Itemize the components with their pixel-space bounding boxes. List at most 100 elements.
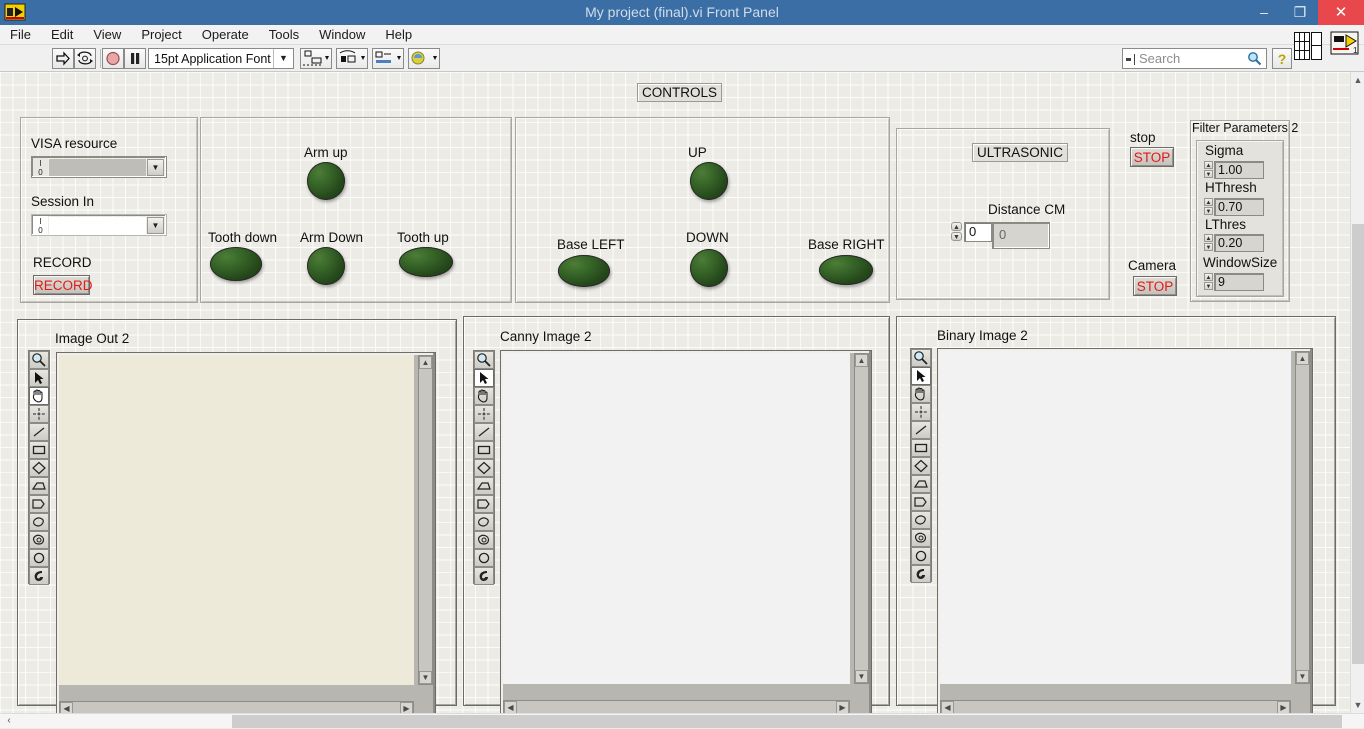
- arrow-select-icon[interactable]: [29, 369, 49, 387]
- crosshair-icon[interactable]: [911, 403, 931, 421]
- spinner-up-icon[interactable]: ▲: [1204, 234, 1213, 242]
- down-led[interactable]: [690, 249, 728, 287]
- scroll-left-icon[interactable]: ◀: [60, 702, 73, 713]
- scroll-down-icon[interactable]: ▼: [855, 670, 868, 683]
- help-button[interactable]: ?: [1272, 48, 1292, 69]
- visa-resource-combo[interactable]: I0 ▼: [31, 156, 167, 178]
- oval-icon[interactable]: [474, 549, 494, 567]
- line-icon[interactable]: [29, 423, 49, 441]
- zoom-icon[interactable]: [29, 351, 49, 369]
- align-objects-button[interactable]: [300, 48, 332, 69]
- broken-line-icon[interactable]: [911, 493, 931, 511]
- scroll-up-icon[interactable]: ▲: [855, 354, 868, 367]
- lthres-value[interactable]: 0.20: [1214, 234, 1264, 252]
- spinner-buttons[interactable]: ▲ ▼: [1204, 234, 1213, 252]
- spinner-up-icon[interactable]: ▲: [1204, 198, 1213, 206]
- menu-window[interactable]: Window: [309, 25, 375, 45]
- menu-edit[interactable]: Edit: [41, 25, 83, 45]
- image-out-2-hscrollbar[interactable]: ◀ ▶: [59, 701, 414, 713]
- image-out-2-canvas[interactable]: [59, 355, 414, 685]
- zoom-icon[interactable]: [911, 349, 931, 367]
- rotated-rect-icon[interactable]: [474, 459, 494, 477]
- up-led[interactable]: [690, 162, 728, 200]
- stop-button[interactable]: STOP: [1130, 147, 1174, 167]
- broken-line-icon[interactable]: [474, 495, 494, 513]
- freehand-icon[interactable]: [911, 511, 931, 529]
- spinner-down-icon[interactable]: ▼: [1204, 207, 1213, 215]
- scroll-left-icon[interactable]: ‹: [2, 714, 16, 729]
- ultrasonic-value[interactable]: 0: [964, 222, 992, 242]
- distribute-objects-button[interactable]: [336, 48, 368, 69]
- panel-horizontal-scrollbar[interactable]: ‹: [0, 713, 1364, 728]
- vertical-scroll-thumb[interactable]: [1352, 224, 1364, 664]
- scroll-right-icon[interactable]: ▶: [400, 702, 413, 713]
- polygon-icon[interactable]: [474, 477, 494, 495]
- canny-image-2-canvas[interactable]: [503, 353, 850, 684]
- menu-project[interactable]: Project: [131, 25, 191, 45]
- spinner-buttons[interactable]: ▲ ▼: [1204, 198, 1213, 216]
- freehand-icon[interactable]: [29, 513, 49, 531]
- annulus-icon[interactable]: [29, 531, 49, 549]
- rotated-oval-icon[interactable]: [29, 567, 49, 585]
- rotated-oval-icon[interactable]: [474, 567, 494, 585]
- annulus-icon[interactable]: [474, 531, 494, 549]
- pan-hand-icon[interactable]: [29, 387, 49, 405]
- font-selector[interactable]: 15pt Application Font ▼: [148, 48, 294, 69]
- spinner-buttons[interactable]: ▲ ▼: [950, 222, 963, 242]
- arm-down-led[interactable]: [307, 247, 345, 285]
- sigma-control[interactable]: ▲ ▼ 1.00: [1204, 161, 1264, 179]
- image-out-2-vscrollbar[interactable]: ▲ ▼: [418, 355, 433, 685]
- windowsize-value[interactable]: 9: [1214, 273, 1264, 291]
- menu-tools[interactable]: Tools: [259, 25, 309, 45]
- canny-image-2-vscrollbar[interactable]: ▲ ▼: [854, 353, 869, 684]
- hthresh-value[interactable]: 0.70: [1214, 198, 1264, 216]
- binary-image-2-hscrollbar[interactable]: ◀ ▶: [940, 700, 1291, 713]
- menu-help[interactable]: Help: [375, 25, 422, 45]
- pan-hand-icon[interactable]: [474, 387, 494, 405]
- pan-hand-icon[interactable]: [911, 385, 931, 403]
- oval-icon[interactable]: [911, 547, 931, 565]
- base-right-led[interactable]: [819, 255, 873, 285]
- abort-button[interactable]: [102, 48, 124, 69]
- rectangle-icon[interactable]: [29, 441, 49, 459]
- spinner-down-icon[interactable]: ▼: [951, 232, 962, 241]
- crosshair-icon[interactable]: [29, 405, 49, 423]
- hthresh-control[interactable]: ▲ ▼ 0.70: [1204, 198, 1264, 216]
- record-button[interactable]: RECORD: [33, 275, 93, 295]
- session-in-combo[interactable]: I0 ▼: [31, 214, 167, 236]
- camera-stop-button[interactable]: STOP: [1133, 276, 1177, 296]
- annulus-icon[interactable]: [911, 529, 931, 547]
- windowsize-control[interactable]: ▲ ▼ 9: [1204, 273, 1264, 291]
- base-left-led[interactable]: [558, 255, 610, 287]
- spinner-buttons[interactable]: ▲ ▼: [1204, 161, 1213, 179]
- tooth-up-led[interactable]: [399, 247, 453, 277]
- horizontal-scroll-thumb[interactable]: [232, 715, 1342, 728]
- rectangle-icon[interactable]: [911, 439, 931, 457]
- spinner-down-icon[interactable]: ▼: [1204, 170, 1213, 178]
- reorder-objects-button[interactable]: [408, 48, 440, 69]
- rectangle-icon[interactable]: [474, 441, 494, 459]
- polygon-icon[interactable]: [911, 475, 931, 493]
- chevron-down-icon[interactable]: ▼: [147, 217, 164, 234]
- line-icon[interactable]: [474, 423, 494, 441]
- spinner-up-icon[interactable]: ▲: [1204, 273, 1213, 281]
- scroll-right-icon[interactable]: ▶: [836, 701, 849, 713]
- rotated-rect-icon[interactable]: [29, 459, 49, 477]
- crosshair-icon[interactable]: [474, 405, 494, 423]
- window-grid-icon[interactable]: [1294, 32, 1334, 60]
- scroll-up-icon[interactable]: ▲: [419, 356, 432, 369]
- scroll-right-icon[interactable]: ▶: [1277, 701, 1290, 713]
- scroll-left-icon[interactable]: ◀: [504, 701, 517, 713]
- labview-corner-logo-icon[interactable]: 1: [1330, 30, 1360, 60]
- spinner-buttons[interactable]: ▲ ▼: [1204, 273, 1213, 291]
- search-icon[interactable]: [1247, 51, 1262, 66]
- oval-icon[interactable]: [29, 549, 49, 567]
- line-icon[interactable]: [911, 421, 931, 439]
- arrow-select-icon[interactable]: [911, 367, 931, 385]
- menu-operate[interactable]: Operate: [192, 25, 259, 45]
- search-input[interactable]: Search: [1122, 48, 1267, 69]
- scroll-up-icon[interactable]: ▲: [1296, 352, 1309, 365]
- scroll-up-icon[interactable]: ▲: [1351, 72, 1364, 88]
- scroll-left-icon[interactable]: ◀: [941, 701, 954, 713]
- resize-objects-button[interactable]: [372, 48, 404, 69]
